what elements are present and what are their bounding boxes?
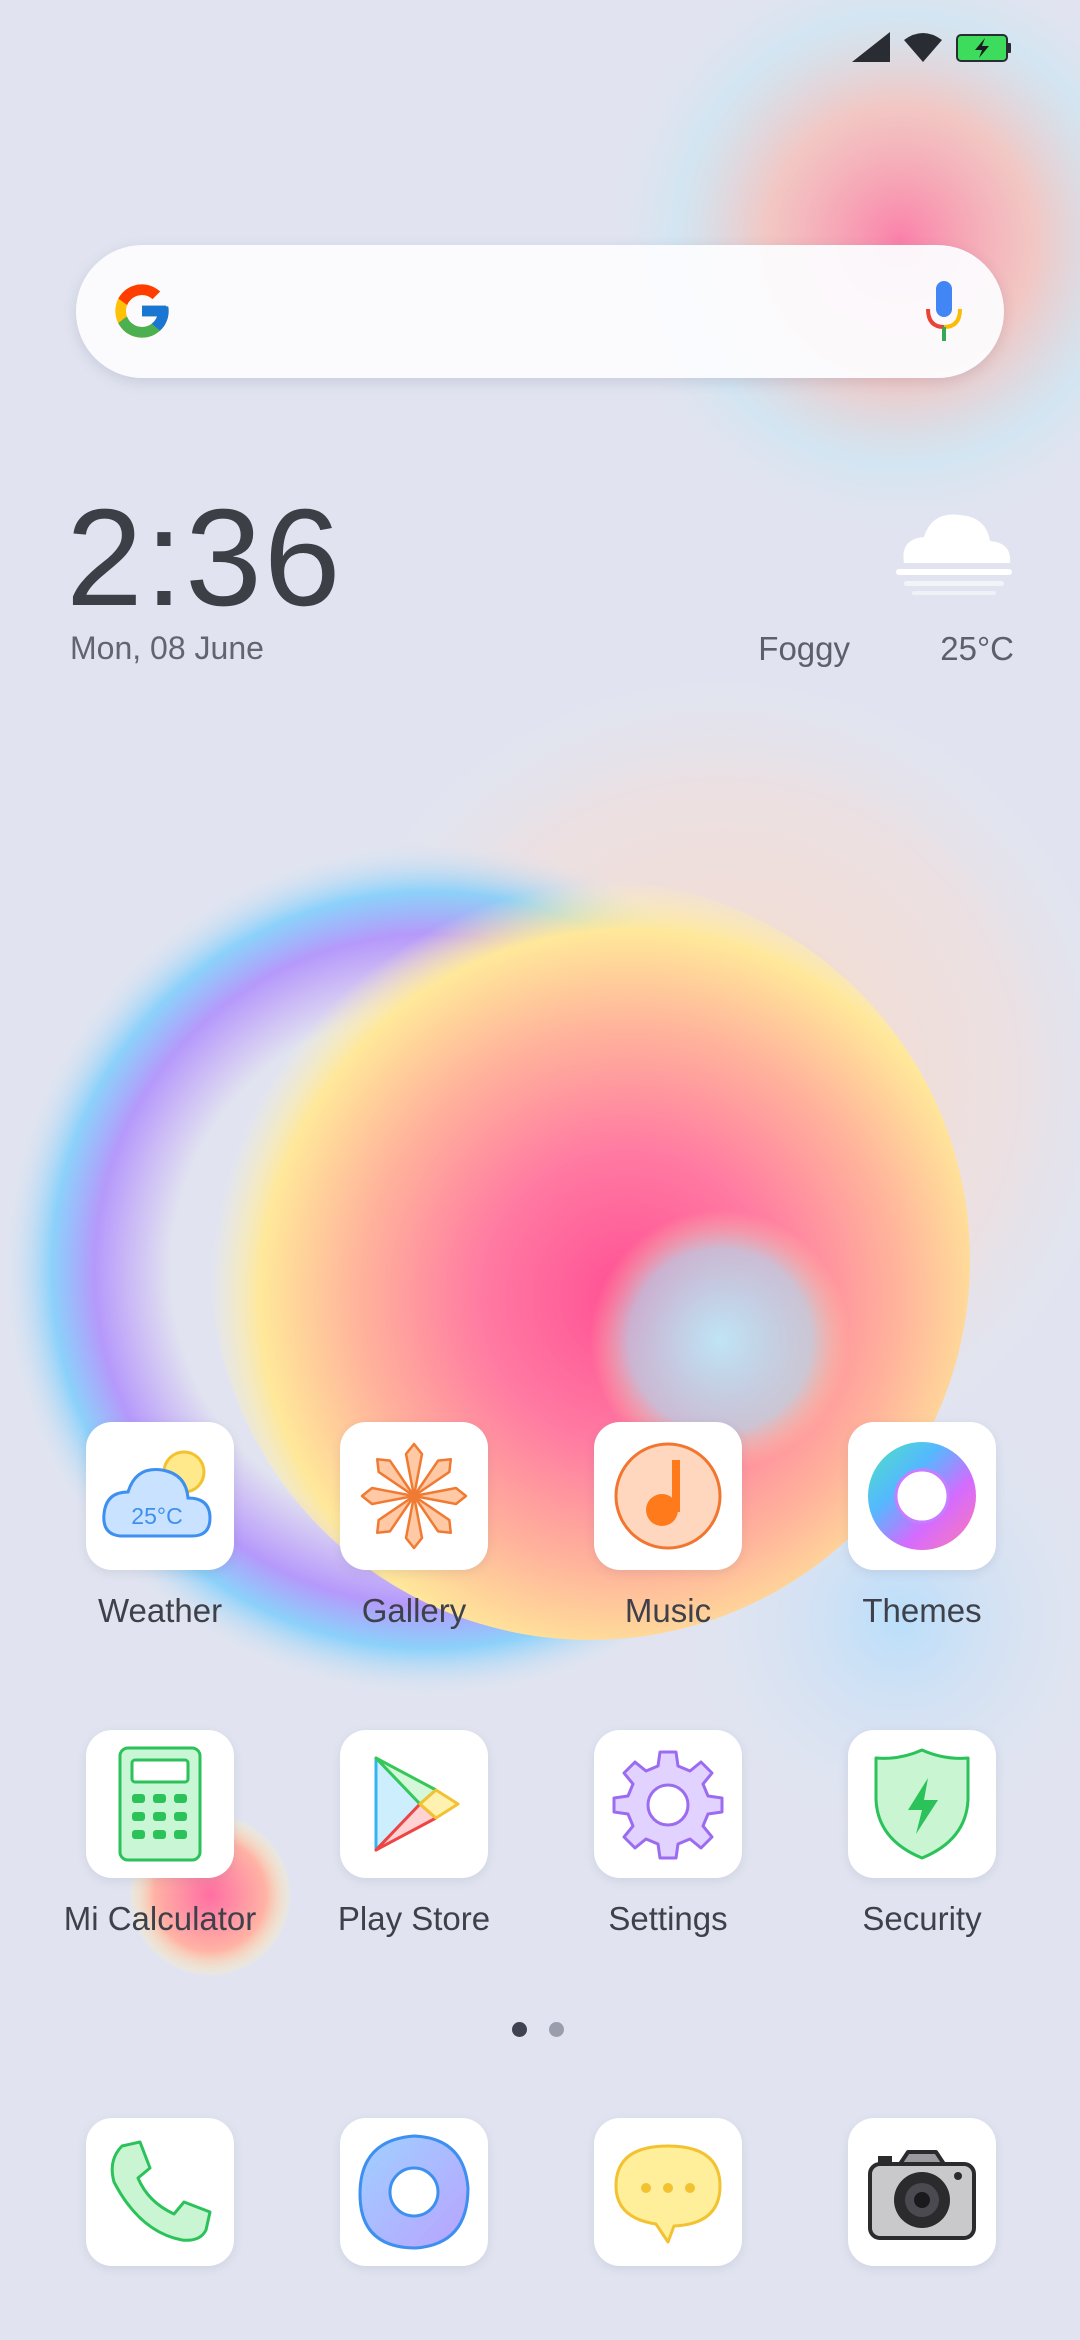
status-bar [852, 28, 1012, 68]
app-label-settings: Settings [608, 1900, 728, 1937]
browser-icon [358, 2134, 470, 2250]
page-dot-1[interactable] [512, 2022, 527, 2037]
google-logo-icon [115, 284, 169, 338]
weather-temperature: 25°C [940, 630, 1014, 667]
camera-icon [868, 2150, 976, 2240]
page-dot-2[interactable] [549, 2022, 564, 2037]
themes-app-tile[interactable] [848, 1422, 996, 1570]
phone-app-tile[interactable] [86, 2118, 234, 2266]
gallery-flower-icon [360, 1442, 468, 1550]
app-label-gallery: Gallery [361, 1592, 467, 1629]
weather-badge-temp: 25°C [131, 1503, 182, 1529]
signal-icon [852, 32, 890, 62]
app-label-weather: Weather [97, 1592, 223, 1629]
app-label-mi-calculator: Mi Calculator [63, 1900, 257, 1937]
google-search-bar[interactable] [76, 245, 1004, 378]
dock-browser[interactable] [304, 2118, 524, 2266]
calculator-icon [118, 1746, 202, 1862]
app-label-themes: Themes [862, 1592, 982, 1629]
fog-cloud-icon [896, 514, 1012, 595]
security-app-tile[interactable] [848, 1730, 996, 1878]
clock-date: Mon, 08 June [70, 630, 264, 666]
app-themes[interactable]: Themes [812, 1422, 1032, 1630]
app-settings[interactable]: Settings [558, 1730, 778, 1938]
calculator-app-tile[interactable] [86, 1730, 234, 1878]
weather-condition: Foggy [758, 630, 850, 667]
battery-charging-icon [956, 34, 1011, 62]
app-label-play-store: Play Store [337, 1900, 491, 1937]
dock-messaging[interactable] [558, 2118, 778, 2266]
app-mi-calculator[interactable]: Mi Calculator [50, 1730, 270, 1938]
settings-app-tile[interactable] [594, 1730, 742, 1878]
weather-icon: 25°C [102, 1450, 212, 1538]
shield-bolt-icon [874, 1748, 970, 1860]
messaging-app-tile[interactable] [594, 2118, 742, 2266]
camera-app-tile[interactable] [848, 2118, 996, 2266]
dock-camera[interactable] [812, 2118, 1032, 2266]
weather-app-tile[interactable]: 25°C [86, 1422, 234, 1570]
gear-icon [612, 1750, 724, 1860]
phone-icon [110, 2140, 212, 2242]
gallery-app-tile[interactable] [340, 1422, 488, 1570]
weather-widget[interactable]: Foggy 25°C [758, 505, 1014, 667]
wifi-icon [904, 33, 942, 62]
app-play-store[interactable]: Play Store [304, 1730, 524, 1938]
themes-ring-icon [868, 1442, 976, 1550]
app-label-security: Security [862, 1900, 982, 1937]
app-security[interactable]: Security [812, 1730, 1032, 1938]
play-store-app-tile[interactable] [340, 1730, 488, 1878]
dock-phone[interactable] [50, 2118, 270, 2266]
app-gallery[interactable]: Gallery [304, 1422, 524, 1630]
browser-app-tile[interactable] [340, 2118, 488, 2266]
clock-time[interactable]: 2:36 [66, 488, 343, 628]
music-note-icon [614, 1442, 722, 1550]
app-label-music: Music [624, 1592, 712, 1629]
app-music[interactable]: Music [558, 1422, 778, 1630]
play-store-icon [374, 1756, 460, 1852]
music-app-tile[interactable] [594, 1422, 742, 1570]
page-indicator [512, 2020, 572, 2040]
mic-icon[interactable] [924, 279, 964, 343]
app-weather[interactable]: 25°C Weather [50, 1422, 270, 1630]
messaging-icon [614, 2144, 722, 2244]
